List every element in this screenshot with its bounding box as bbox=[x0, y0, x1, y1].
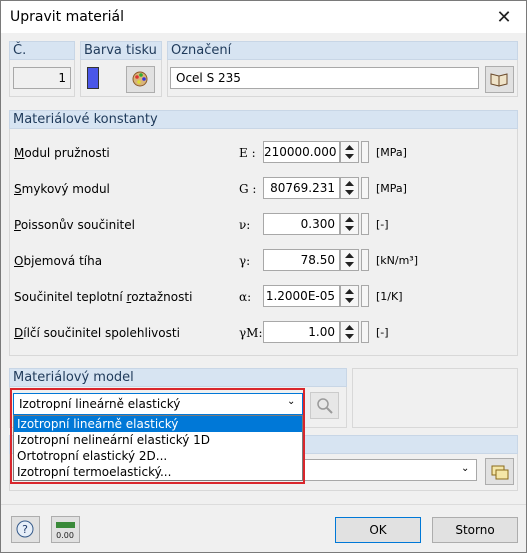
svg-text:0.00: 0.00 bbox=[56, 531, 74, 540]
name-input[interactable]: Ocel S 235 bbox=[170, 67, 479, 89]
spinner-icon[interactable] bbox=[340, 285, 359, 307]
constant-label: Dílčí součinitel spolehlivosti bbox=[14, 326, 180, 340]
constant-unit: [MPa] bbox=[376, 182, 407, 195]
unit-button[interactable] bbox=[361, 213, 369, 235]
constant-label: Smykový modul bbox=[14, 182, 110, 196]
constant-label: Poissonův součinitel bbox=[14, 218, 135, 232]
windows-icon bbox=[491, 465, 509, 480]
model-option[interactable]: Izotropní lineárně elastický bbox=[14, 416, 302, 432]
constant-unit: [MPa] bbox=[376, 146, 407, 159]
constant-value-input[interactable]: 1.00 bbox=[263, 321, 340, 343]
close-icon[interactable]: ✕ bbox=[482, 1, 526, 33]
constant-value-input[interactable]: 80769.231 bbox=[263, 177, 340, 199]
color-header: Barva tisku bbox=[80, 41, 162, 60]
model-options-list: Izotropní lineárně elastický Izotropní n… bbox=[13, 415, 303, 481]
number-field: 1 bbox=[13, 67, 71, 89]
chevron-down-icon[interactable]: ⌄ bbox=[461, 463, 469, 474]
constant-symbol: γ: bbox=[239, 254, 251, 268]
unit-button[interactable] bbox=[361, 321, 369, 343]
constant-symbol: ν: bbox=[239, 218, 251, 232]
spinner-icon[interactable] bbox=[340, 321, 359, 343]
decimal-icon: 0.00 bbox=[56, 522, 75, 540]
constant-value-input[interactable]: 1.2000E-05 bbox=[263, 285, 340, 307]
constant-symbol: α: bbox=[239, 290, 252, 304]
palette-icon bbox=[132, 71, 148, 87]
model-select[interactable]: Izotropní lineárně elastický bbox=[13, 393, 303, 415]
constant-unit: [kN/m³] bbox=[376, 254, 419, 267]
ok-button[interactable]: OK bbox=[335, 517, 421, 543]
help-button[interactable]: ? bbox=[11, 516, 40, 543]
svg-text:?: ? bbox=[22, 523, 28, 536]
number-header: Č. bbox=[9, 41, 75, 60]
footer-divider bbox=[1, 504, 526, 505]
constant-value-input[interactable]: 210000.000 bbox=[263, 141, 340, 163]
model-option[interactable]: Ortotropní elastický 2D... bbox=[14, 448, 302, 464]
unit-button[interactable] bbox=[361, 141, 369, 163]
units-button[interactable]: 0.00 bbox=[51, 516, 80, 543]
constant-unit: [-] bbox=[376, 326, 389, 339]
library-button[interactable] bbox=[485, 66, 514, 93]
color-swatch[interactable] bbox=[87, 67, 99, 89]
constant-symbol: G : bbox=[239, 182, 257, 196]
spinner-icon[interactable] bbox=[340, 249, 359, 271]
model-edit-button[interactable] bbox=[310, 392, 339, 419]
help-icon: ? bbox=[16, 520, 34, 538]
model-preview-panel bbox=[352, 368, 518, 428]
constant-symbol: E : bbox=[239, 146, 256, 160]
constant-symbol: γM: bbox=[239, 326, 263, 340]
constant-label: Modul pružnosti bbox=[14, 146, 110, 160]
model-option[interactable]: Izotropní nelineární elastický 1D bbox=[14, 432, 302, 448]
spinner-icon[interactable] bbox=[340, 177, 359, 199]
color-palette-button[interactable] bbox=[126, 66, 155, 93]
secondary-edit-button[interactable] bbox=[485, 458, 514, 485]
cancel-button[interactable]: Storno bbox=[432, 517, 518, 543]
constant-unit: [1/K] bbox=[376, 290, 403, 303]
spinner-icon[interactable] bbox=[340, 213, 359, 235]
magnifier-icon bbox=[317, 398, 333, 414]
dialog-window: Upravit materiál ✕ Č. 1 Barva tisku Ozna… bbox=[0, 0, 527, 553]
unit-button[interactable] bbox=[361, 285, 369, 307]
constant-value-input[interactable]: 78.50 bbox=[263, 249, 340, 271]
model-header: Materiálový model bbox=[9, 368, 347, 387]
chevron-down-icon[interactable]: ⌄ bbox=[287, 396, 295, 407]
title-bar: Upravit materiál ✕ bbox=[1, 1, 526, 33]
constant-label: Součinitel teplotní roztažnosti bbox=[14, 290, 193, 304]
constant-unit: [-] bbox=[376, 218, 389, 231]
model-option[interactable]: Izotropní termoelastický... bbox=[14, 464, 302, 480]
unit-button[interactable] bbox=[361, 249, 369, 271]
book-icon bbox=[490, 73, 508, 87]
constants-header: Materiálové konstanty bbox=[9, 110, 518, 129]
unit-button[interactable] bbox=[361, 177, 369, 199]
window-title: Upravit materiál bbox=[10, 9, 125, 25]
constant-value-input[interactable]: 0.300 bbox=[263, 213, 340, 235]
spinner-icon[interactable] bbox=[340, 141, 359, 163]
name-header: Označení bbox=[167, 41, 518, 60]
constant-label: Objemová tíha bbox=[14, 254, 103, 268]
